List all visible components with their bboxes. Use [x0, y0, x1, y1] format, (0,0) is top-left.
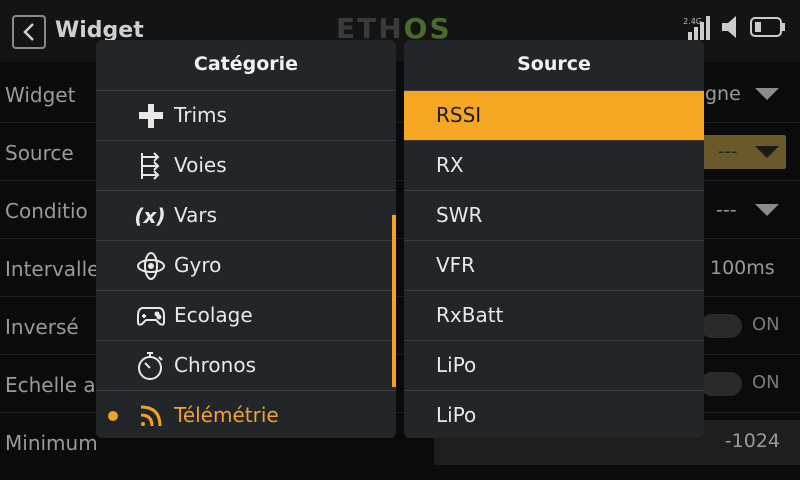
source-item-rssi[interactable]: RSSI: [404, 91, 704, 141]
category-item-vars[interactable]: (x) Vars: [96, 191, 396, 241]
trims-icon: [136, 101, 166, 131]
gyro-icon: [136, 251, 166, 281]
battery-icon: [750, 17, 785, 37]
status-icons: [688, 14, 786, 40]
chevron-down-icon: [755, 88, 779, 100]
category-scrollbar[interactable]: [392, 215, 396, 387]
category-panel-title: Catégorie: [96, 40, 396, 91]
category-item-telemetrie[interactable]: Télémétrie: [96, 391, 396, 438]
category-item-gyro[interactable]: Gyro: [96, 241, 396, 291]
speaker-icon: [722, 16, 736, 38]
source-item-swr[interactable]: SWR: [404, 191, 704, 241]
source-item-rx[interactable]: RX: [404, 141, 704, 191]
category-item-ecolage[interactable]: Ecolage: [96, 291, 396, 341]
category-item-voies[interactable]: Voies: [96, 141, 396, 191]
selected-indicator: [108, 411, 118, 421]
chevron-down-icon: [755, 146, 779, 158]
chevron-left-icon: [23, 23, 34, 41]
source-item-lipo-2[interactable]: LiPo: [404, 391, 704, 438]
category-panel: Catégorie Trims Voies (x) Vars Gyro Ecol…: [96, 40, 396, 438]
auto-scale-toggle[interactable]: [700, 372, 742, 396]
source-item-vfr[interactable]: VFR: [404, 241, 704, 291]
signal-bars-icon: [688, 16, 710, 40]
category-item-chronos[interactable]: Chronos: [96, 341, 396, 391]
source-item-rxbatt[interactable]: RxBatt: [404, 291, 704, 341]
channels-icon: [136, 151, 166, 181]
gamepad-icon: [136, 301, 166, 331]
chevron-down-icon: [755, 204, 779, 216]
category-item-trims[interactable]: Trims: [96, 91, 396, 141]
stopwatch-icon: [136, 351, 166, 381]
inverse-toggle[interactable]: [700, 314, 742, 338]
back-button[interactable]: [12, 15, 46, 49]
source-panel-title: Source: [404, 40, 704, 91]
variable-icon: (x): [134, 204, 166, 228]
source-item-lipo[interactable]: LiPo: [404, 341, 704, 391]
signal-icon: [136, 401, 166, 431]
source-panel: Source RSSI RX SWR VFR RxBatt LiPo LiPo: [404, 40, 704, 438]
